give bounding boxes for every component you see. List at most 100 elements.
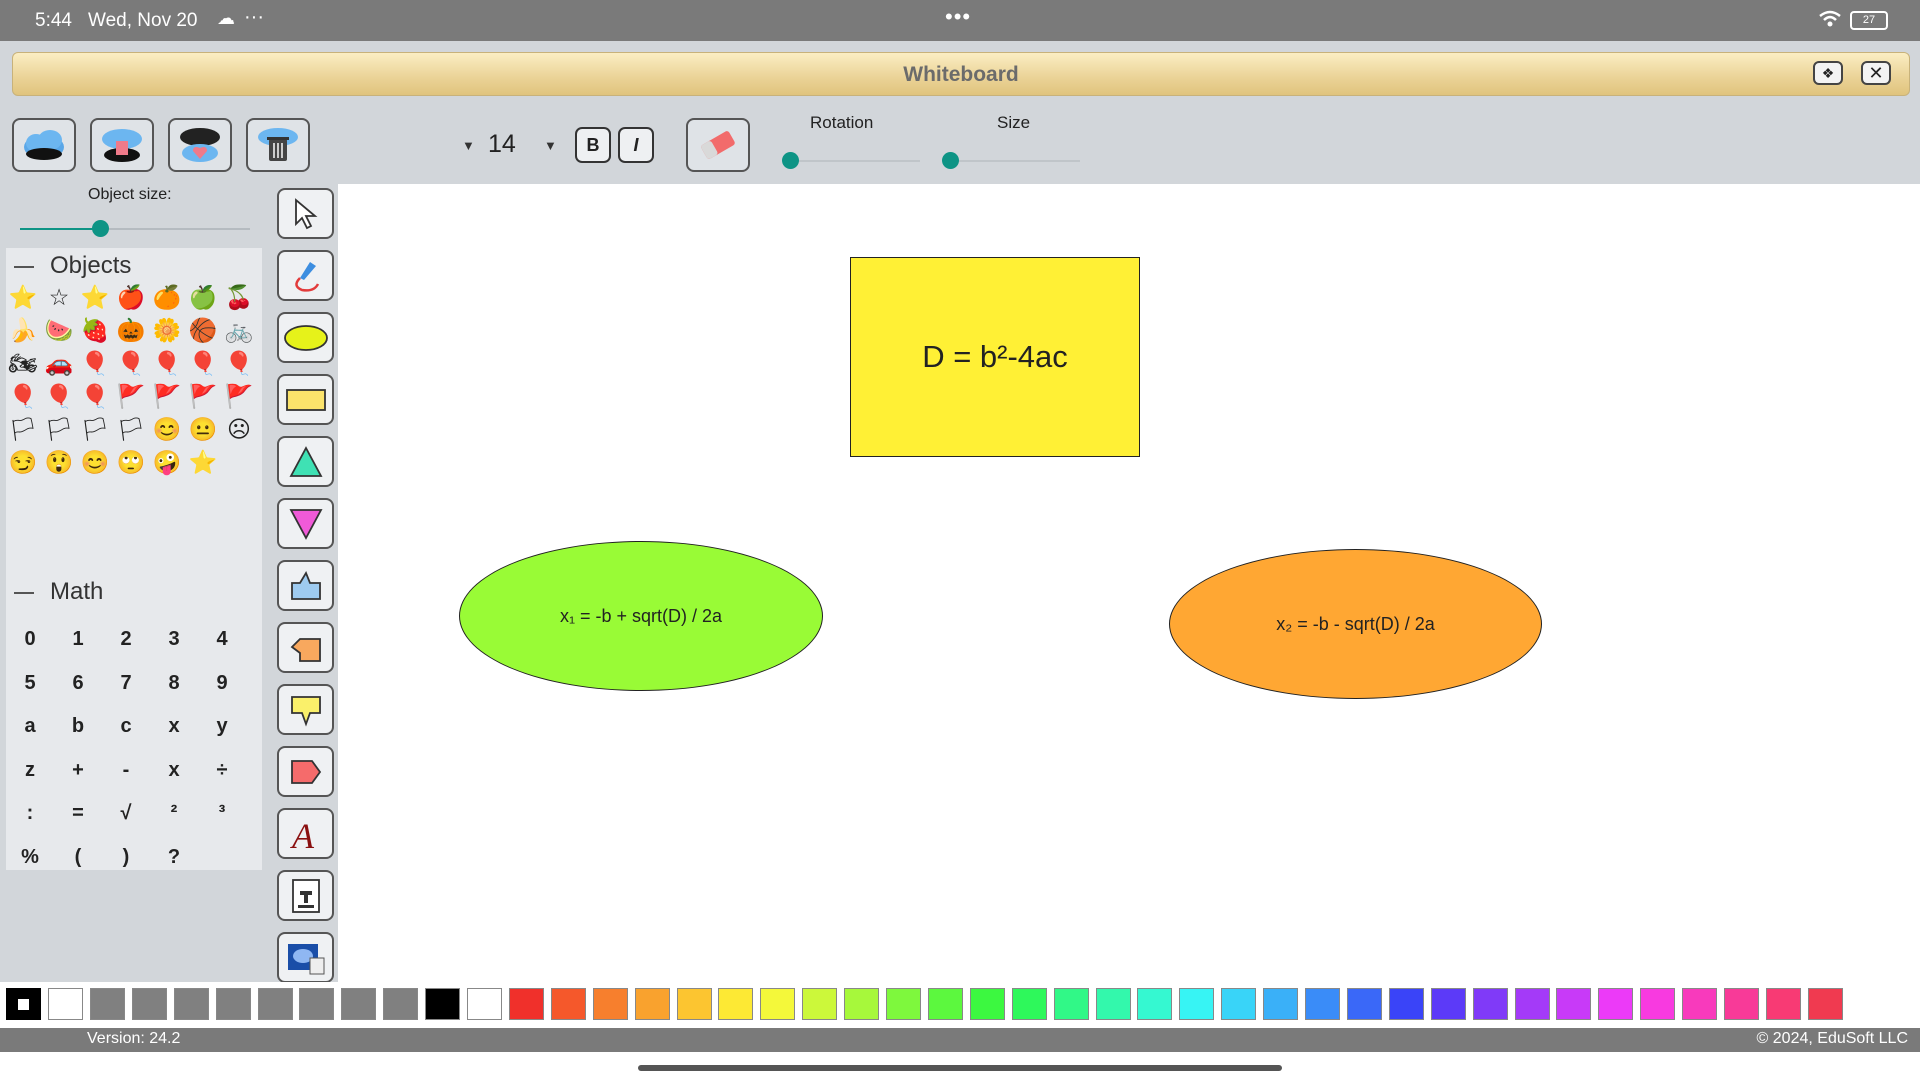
color-swatch[interactable] bbox=[1053, 988, 1089, 1020]
math-key[interactable]: 1 bbox=[63, 628, 93, 651]
color-swatch[interactable] bbox=[1765, 988, 1801, 1020]
color-swatch[interactable] bbox=[802, 988, 838, 1020]
object-item[interactable]: ⭐ bbox=[188, 447, 218, 477]
pen-tool-button[interactable] bbox=[277, 250, 334, 301]
canvas-ellipse-orange[interactable]: x₂ = -b - sqrt(D) / 2a bbox=[1169, 549, 1542, 699]
object-item[interactable]: 🍊 bbox=[152, 282, 182, 312]
math-key[interactable]: ³ bbox=[207, 802, 237, 825]
size-slider-track[interactable] bbox=[950, 160, 1080, 162]
math-key[interactable]: + bbox=[63, 759, 93, 782]
object-item[interactable]: ☹ bbox=[224, 414, 254, 444]
color-swatch[interactable] bbox=[676, 988, 712, 1020]
canvas-rectangle[interactable]: D = b²-4ac bbox=[850, 257, 1140, 457]
cloud-background-button[interactable] bbox=[12, 118, 76, 172]
color-swatch[interactable] bbox=[215, 988, 251, 1020]
object-item[interactable]: 🎈 bbox=[188, 348, 218, 378]
triangle-down-tool-button[interactable] bbox=[277, 498, 334, 549]
color-swatch[interactable] bbox=[1682, 988, 1718, 1020]
math-key[interactable]: - bbox=[111, 759, 141, 782]
object-item[interactable]: 🎈 bbox=[8, 381, 38, 411]
triangle-up-tool-button[interactable] bbox=[277, 436, 334, 487]
math-key[interactable]: 9 bbox=[207, 672, 237, 695]
color-swatch[interactable] bbox=[1514, 988, 1550, 1020]
size-slider-handle[interactable] bbox=[942, 152, 959, 169]
color-swatch[interactable] bbox=[467, 988, 502, 1020]
object-item[interactable]: ⭐ bbox=[80, 282, 110, 312]
color-swatch[interactable] bbox=[634, 988, 670, 1020]
math-key[interactable]: c bbox=[111, 715, 141, 738]
math-key[interactable]: b bbox=[63, 715, 93, 738]
callout-right-tool-button[interactable] bbox=[277, 746, 334, 797]
object-item[interactable]: 🎃 bbox=[116, 315, 146, 345]
object-item[interactable]: 🎈 bbox=[80, 381, 110, 411]
math-key[interactable]: z bbox=[15, 759, 45, 782]
italic-button[interactable]: I bbox=[618, 127, 654, 163]
rotation-slider-track[interactable] bbox=[790, 160, 920, 162]
math-key[interactable]: 8 bbox=[159, 672, 189, 695]
color-swatch[interactable] bbox=[1305, 988, 1340, 1020]
color-swatch[interactable] bbox=[550, 988, 586, 1020]
object-item[interactable]: ☆ bbox=[44, 282, 74, 312]
object-item[interactable]: 🚩 bbox=[188, 381, 218, 411]
close-button[interactable]: ✕ bbox=[1861, 61, 1891, 85]
color-swatch[interactable] bbox=[844, 988, 880, 1020]
color-swatch[interactable] bbox=[1011, 988, 1047, 1020]
stamp-tool-button[interactable] bbox=[277, 870, 334, 921]
object-item[interactable]: 😐 bbox=[188, 414, 218, 444]
color-swatch[interactable] bbox=[969, 988, 1005, 1020]
color-swatch[interactable] bbox=[1346, 988, 1382, 1020]
math-key[interactable]: 4 bbox=[207, 628, 237, 651]
object-item[interactable]: 🍉 bbox=[44, 315, 74, 345]
math-key[interactable]: 6 bbox=[63, 672, 93, 695]
selected-color-indicator[interactable] bbox=[6, 988, 41, 1020]
math-key[interactable]: x bbox=[159, 715, 189, 738]
object-item[interactable]: 😊 bbox=[152, 414, 182, 444]
math-key[interactable]: ÷ bbox=[207, 759, 237, 782]
object-item[interactable]: 🍓 bbox=[80, 315, 110, 345]
color-swatch[interactable] bbox=[1640, 988, 1676, 1020]
text-tool-button[interactable]: A bbox=[277, 808, 334, 859]
color-swatch[interactable] bbox=[1724, 988, 1759, 1020]
object-item[interactable]: 🏳 bbox=[116, 414, 146, 444]
color-swatch[interactable] bbox=[299, 988, 335, 1020]
color-swatch[interactable] bbox=[592, 988, 628, 1020]
color-swatch[interactable] bbox=[508, 988, 544, 1020]
color-swatch[interactable] bbox=[1221, 988, 1257, 1020]
object-item[interactable]: 🎈 bbox=[44, 381, 74, 411]
object-item[interactable]: 🙄 bbox=[116, 447, 146, 477]
objects-section-header[interactable]: Objects bbox=[14, 252, 131, 280]
math-key[interactable]: ? bbox=[159, 846, 189, 869]
object-item[interactable]: 😏 bbox=[8, 447, 38, 477]
ellipse-tool-button[interactable] bbox=[277, 312, 334, 363]
math-key[interactable]: ( bbox=[63, 846, 93, 869]
object-item[interactable]: 🎈 bbox=[116, 348, 146, 378]
object-item[interactable]: ⭐ bbox=[8, 282, 38, 312]
object-item[interactable]: 🎈 bbox=[152, 348, 182, 378]
object-item[interactable]: 🚩 bbox=[152, 381, 182, 411]
color-swatch[interactable] bbox=[383, 988, 419, 1020]
object-item[interactable]: 🚩 bbox=[224, 381, 254, 411]
color-swatch[interactable] bbox=[1137, 988, 1173, 1020]
math-key[interactable]: √ bbox=[111, 802, 141, 825]
clear-board-button[interactable] bbox=[246, 118, 310, 172]
object-item[interactable]: 🍏 bbox=[188, 282, 218, 312]
math-key[interactable]: y bbox=[207, 715, 237, 738]
object-item[interactable]: 🍎 bbox=[116, 282, 146, 312]
math-section-header[interactable]: Math bbox=[14, 578, 103, 606]
bold-button[interactable]: B bbox=[575, 127, 611, 163]
color-swatch[interactable] bbox=[341, 988, 377, 1020]
math-key[interactable]: 5 bbox=[15, 672, 45, 695]
math-key[interactable]: ² bbox=[159, 802, 189, 825]
color-swatch[interactable] bbox=[1263, 988, 1299, 1020]
color-swatch[interactable] bbox=[1388, 988, 1424, 1020]
color-swatch[interactable] bbox=[1095, 988, 1131, 1020]
rotation-slider-handle[interactable] bbox=[782, 152, 799, 169]
math-key[interactable]: 3 bbox=[159, 628, 189, 651]
color-swatch[interactable] bbox=[89, 988, 125, 1020]
color-swatch[interactable] bbox=[927, 988, 963, 1020]
color-swatch[interactable] bbox=[425, 988, 461, 1020]
eraser-button[interactable] bbox=[686, 118, 750, 172]
math-key[interactable]: 7 bbox=[111, 672, 141, 695]
math-key[interactable]: = bbox=[63, 802, 93, 825]
image-tool-button[interactable] bbox=[277, 932, 334, 983]
